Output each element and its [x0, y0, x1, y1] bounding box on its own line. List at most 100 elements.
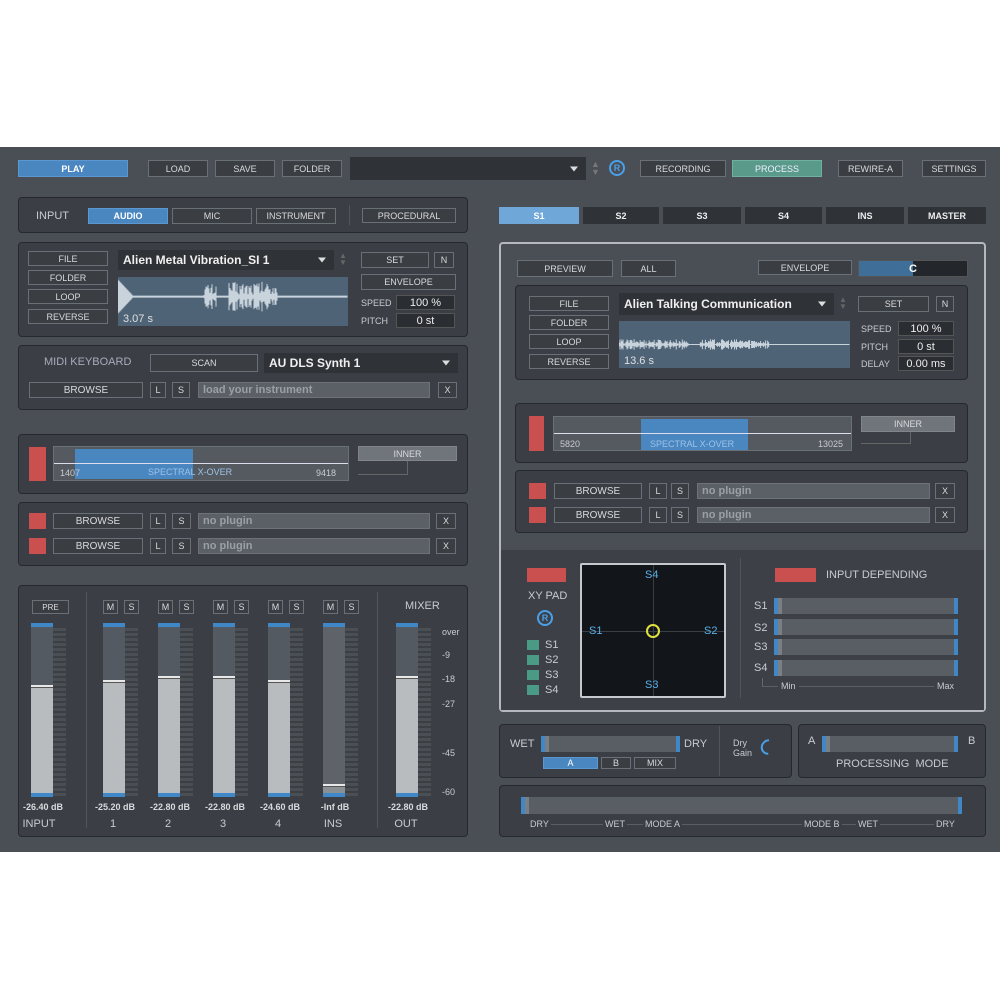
pitch-field[interactable]: 0 st	[898, 339, 954, 354]
pitch-field[interactable]: 0 st	[396, 313, 455, 328]
browse-button[interactable]: BROWSE	[554, 507, 642, 523]
tab-s2[interactable]: S2	[583, 207, 659, 224]
plugin-slot[interactable]: no plugin	[697, 507, 930, 523]
sample-dropdown[interactable]: Alien Metal Vibration_SI 1	[118, 250, 334, 270]
tab-s4[interactable]: S4	[745, 207, 822, 224]
l-button[interactable]: L	[150, 513, 166, 529]
c-slider[interactable]: C	[858, 260, 968, 277]
inner-button[interactable]: INNER	[861, 416, 955, 432]
plugin-enable-toggle[interactable]	[529, 483, 546, 499]
instrument-tab[interactable]: INSTRUMENT	[256, 208, 336, 224]
clear-button[interactable]: X	[438, 382, 457, 398]
tab-master[interactable]: MASTER	[908, 207, 986, 224]
depend-slider-s1[interactable]	[774, 598, 958, 614]
source-checkbox[interactable]	[527, 640, 539, 650]
reverse-button[interactable]: REVERSE	[529, 354, 609, 369]
record-icon[interactable]: R	[609, 160, 625, 176]
xy-cursor-handle[interactable]	[646, 624, 660, 638]
source-checkbox[interactable]	[527, 685, 539, 695]
channel-fader[interactable]	[31, 623, 53, 797]
file-button[interactable]: FILE	[28, 251, 108, 266]
fader-handle[interactable]	[213, 676, 235, 679]
procedural-tab[interactable]: PROCEDURAL	[362, 208, 456, 223]
preview-button[interactable]: PREVIEW	[517, 260, 613, 277]
folder-button[interactable]: FOLDER	[28, 270, 108, 285]
s-button[interactable]: S	[172, 382, 190, 398]
browse-button[interactable]: BROWSE	[29, 382, 143, 398]
s-button[interactable]: S	[172, 538, 191, 554]
mic-tab[interactable]: MIC	[172, 208, 252, 224]
tab-s3[interactable]: S3	[663, 207, 741, 224]
fader-handle[interactable]	[268, 680, 290, 683]
recording-button[interactable]: RECORDING	[640, 160, 726, 177]
processing-mode-slider[interactable]	[822, 736, 958, 752]
synth-dropdown[interactable]: AU DLS Synth 1	[264, 353, 458, 373]
depend-slider-s3[interactable]	[774, 639, 958, 655]
solo-button[interactable]: S	[124, 600, 139, 614]
plugin-slot[interactable]: no plugin	[697, 483, 930, 499]
s-button[interactable]: S	[172, 513, 191, 529]
browse-button[interactable]: BROWSE	[554, 483, 642, 499]
file-button[interactable]: FILE	[529, 296, 609, 311]
channel-fader[interactable]	[323, 623, 345, 797]
solo-button[interactable]: S	[344, 600, 359, 614]
folder-button[interactable]: FOLDER	[529, 315, 609, 330]
fader-handle[interactable]	[396, 676, 418, 679]
waveform[interactable]: 13.6 s	[619, 321, 850, 368]
xover-enable-toggle[interactable]	[29, 447, 46, 481]
load-button[interactable]: LOAD	[148, 160, 208, 177]
speed-field[interactable]: 100 %	[396, 295, 455, 310]
fader-handle[interactable]	[103, 680, 125, 683]
loop-button[interactable]: LOOP	[28, 289, 108, 304]
plugin-enable-toggle[interactable]	[29, 538, 46, 554]
sample-dropdown[interactable]: Alien Talking Communication	[619, 293, 834, 315]
envelope-button[interactable]: ENVELOPE	[361, 274, 456, 290]
s-button[interactable]: S	[671, 483, 689, 499]
wet-dry-slider[interactable]	[541, 736, 680, 752]
n-button[interactable]: N	[936, 296, 954, 312]
fader-handle[interactable]	[158, 676, 180, 679]
waveform[interactable]: 3.07 s	[118, 277, 348, 326]
save-button[interactable]: SAVE	[215, 160, 275, 177]
mix-button[interactable]: MIX	[634, 757, 676, 769]
solo-button[interactable]: S	[289, 600, 304, 614]
channel-fader[interactable]	[396, 623, 418, 797]
plugin-enable-toggle[interactable]	[529, 507, 546, 523]
remove-plugin-button[interactable]: X	[935, 483, 955, 499]
fader-handle[interactable]	[323, 784, 345, 787]
input-depending-toggle[interactable]	[775, 568, 816, 582]
remove-plugin-button[interactable]: X	[436, 513, 456, 529]
l-button[interactable]: L	[649, 507, 667, 523]
rewire-button[interactable]: REWIRE-A	[838, 160, 903, 177]
process-button[interactable]: PROCESS	[732, 160, 822, 177]
play-button[interactable]: PLAY	[18, 160, 128, 177]
xover-enable-toggle[interactable]	[529, 416, 544, 451]
s-button[interactable]: S	[671, 507, 689, 523]
channel-fader[interactable]	[158, 623, 180, 797]
mute-button[interactable]: M	[103, 600, 118, 614]
set-button[interactable]: SET	[361, 252, 429, 268]
folder-button[interactable]: FOLDER	[282, 160, 342, 177]
tab-s1[interactable]: S1	[499, 207, 579, 224]
instrument-input[interactable]: load your instrument	[198, 382, 430, 398]
audio-tab[interactable]: AUDIO	[88, 208, 168, 224]
plugin-slot[interactable]: no plugin	[198, 513, 430, 529]
preset-dropdown[interactable]	[350, 157, 586, 180]
xy-enable-toggle[interactable]	[527, 568, 566, 582]
l-button[interactable]: L	[150, 382, 166, 398]
settings-button[interactable]: SETTINGS	[922, 160, 986, 177]
spectral-xover-slider[interactable]: 1407 SPECTRAL X-OVER 9418	[53, 446, 349, 481]
browse-button[interactable]: BROWSE	[53, 538, 143, 554]
xy-pad[interactable]: S4 S3 S1 S2	[580, 563, 726, 698]
spinner-icon[interactable]: ▲▼	[339, 252, 347, 266]
plugin-slot[interactable]: no plugin	[198, 538, 430, 554]
remove-plugin-button[interactable]: X	[935, 507, 955, 523]
speed-field[interactable]: 100 %	[898, 321, 954, 336]
envelope-button[interactable]: ENVELOPE	[758, 260, 852, 275]
delay-field[interactable]: 0.00 ms	[898, 356, 954, 371]
loop-button[interactable]: LOOP	[529, 334, 609, 349]
all-button[interactable]: ALL	[621, 260, 676, 277]
mode-b-button[interactable]: B	[601, 757, 631, 769]
master-mix-slider[interactable]	[521, 797, 962, 814]
spinner-icon[interactable]: ▲▼	[839, 296, 847, 310]
